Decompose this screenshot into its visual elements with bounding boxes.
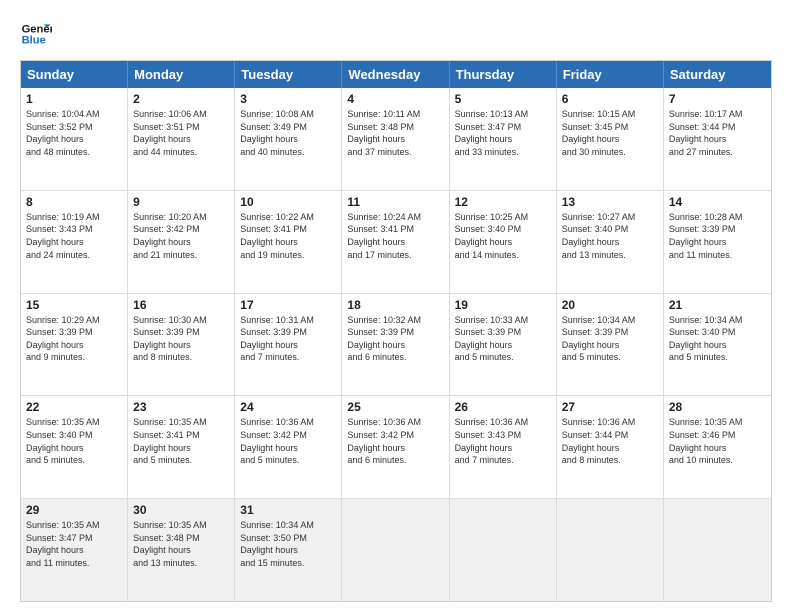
calendar-header-cell: Wednesday [342, 61, 449, 88]
calendar-row: 15Sunrise: 10:29 AMSunset: 3:39 PMDaylig… [21, 293, 771, 396]
calendar-cell: 18Sunrise: 10:32 AMSunset: 3:39 PMDaylig… [342, 294, 449, 396]
calendar-row: 29Sunrise: 10:35 AMSunset: 3:47 PMDaylig… [21, 498, 771, 601]
logo-icon: General Blue [20, 18, 52, 50]
calendar-cell: 3Sunrise: 10:08 AMSunset: 3:49 PMDayligh… [235, 88, 342, 190]
calendar-header-cell: Friday [557, 61, 664, 88]
calendar-cell: 30Sunrise: 10:35 AMSunset: 3:48 PMDaylig… [128, 499, 235, 601]
logo: General Blue [20, 18, 56, 50]
calendar-cell: 26Sunrise: 10:36 AMSunset: 3:43 PMDaylig… [450, 396, 557, 498]
header: General Blue [20, 18, 772, 50]
calendar-header-cell: Saturday [664, 61, 771, 88]
calendar-cell [342, 499, 449, 601]
calendar-cell: 9Sunrise: 10:20 AMSunset: 3:42 PMDayligh… [128, 191, 235, 293]
calendar-cell: 22Sunrise: 10:35 AMSunset: 3:40 PMDaylig… [21, 396, 128, 498]
calendar: SundayMondayTuesdayWednesdayThursdayFrid… [20, 60, 772, 602]
svg-text:Blue: Blue [22, 35, 46, 47]
calendar-cell: 20Sunrise: 10:34 AMSunset: 3:39 PMDaylig… [557, 294, 664, 396]
calendar-cell: 14Sunrise: 10:28 AMSunset: 3:39 PMDaylig… [664, 191, 771, 293]
calendar-cell: 8Sunrise: 10:19 AMSunset: 3:43 PMDayligh… [21, 191, 128, 293]
calendar-cell [450, 499, 557, 601]
calendar-header: SundayMondayTuesdayWednesdayThursdayFrid… [21, 61, 771, 88]
calendar-cell: 2Sunrise: 10:06 AMSunset: 3:51 PMDayligh… [128, 88, 235, 190]
calendar-cell: 24Sunrise: 10:36 AMSunset: 3:42 PMDaylig… [235, 396, 342, 498]
calendar-row: 22Sunrise: 10:35 AMSunset: 3:40 PMDaylig… [21, 395, 771, 498]
calendar-row: 8Sunrise: 10:19 AMSunset: 3:43 PMDayligh… [21, 190, 771, 293]
calendar-cell: 25Sunrise: 10:36 AMSunset: 3:42 PMDaylig… [342, 396, 449, 498]
calendar-header-cell: Tuesday [235, 61, 342, 88]
calendar-cell: 28Sunrise: 10:35 AMSunset: 3:46 PMDaylig… [664, 396, 771, 498]
calendar-cell: 7Sunrise: 10:17 AMSunset: 3:44 PMDayligh… [664, 88, 771, 190]
calendar-cell: 27Sunrise: 10:36 AMSunset: 3:44 PMDaylig… [557, 396, 664, 498]
calendar-cell [664, 499, 771, 601]
calendar-cell: 5Sunrise: 10:13 AMSunset: 3:47 PMDayligh… [450, 88, 557, 190]
calendar-header-cell: Thursday [450, 61, 557, 88]
calendar-header-cell: Sunday [21, 61, 128, 88]
calendar-cell: 19Sunrise: 10:33 AMSunset: 3:39 PMDaylig… [450, 294, 557, 396]
calendar-cell: 6Sunrise: 10:15 AMSunset: 3:45 PMDayligh… [557, 88, 664, 190]
calendar-cell: 11Sunrise: 10:24 AMSunset: 3:41 PMDaylig… [342, 191, 449, 293]
calendar-cell: 1Sunrise: 10:04 AMSunset: 3:52 PMDayligh… [21, 88, 128, 190]
calendar-cell: 4Sunrise: 10:11 AMSunset: 3:48 PMDayligh… [342, 88, 449, 190]
calendar-cell: 29Sunrise: 10:35 AMSunset: 3:47 PMDaylig… [21, 499, 128, 601]
calendar-cell: 23Sunrise: 10:35 AMSunset: 3:41 PMDaylig… [128, 396, 235, 498]
calendar-cell: 16Sunrise: 10:30 AMSunset: 3:39 PMDaylig… [128, 294, 235, 396]
calendar-body: 1Sunrise: 10:04 AMSunset: 3:52 PMDayligh… [21, 88, 771, 601]
calendar-cell: 15Sunrise: 10:29 AMSunset: 3:39 PMDaylig… [21, 294, 128, 396]
calendar-header-cell: Monday [128, 61, 235, 88]
calendar-cell: 31Sunrise: 10:34 AMSunset: 3:50 PMDaylig… [235, 499, 342, 601]
page: General Blue SundayMondayTuesdayWednesda… [0, 0, 792, 612]
calendar-cell: 17Sunrise: 10:31 AMSunset: 3:39 PMDaylig… [235, 294, 342, 396]
calendar-cell [557, 499, 664, 601]
calendar-cell: 10Sunrise: 10:22 AMSunset: 3:41 PMDaylig… [235, 191, 342, 293]
calendar-cell: 13Sunrise: 10:27 AMSunset: 3:40 PMDaylig… [557, 191, 664, 293]
calendar-cell: 21Sunrise: 10:34 AMSunset: 3:40 PMDaylig… [664, 294, 771, 396]
calendar-row: 1Sunrise: 10:04 AMSunset: 3:52 PMDayligh… [21, 88, 771, 190]
calendar-cell: 12Sunrise: 10:25 AMSunset: 3:40 PMDaylig… [450, 191, 557, 293]
